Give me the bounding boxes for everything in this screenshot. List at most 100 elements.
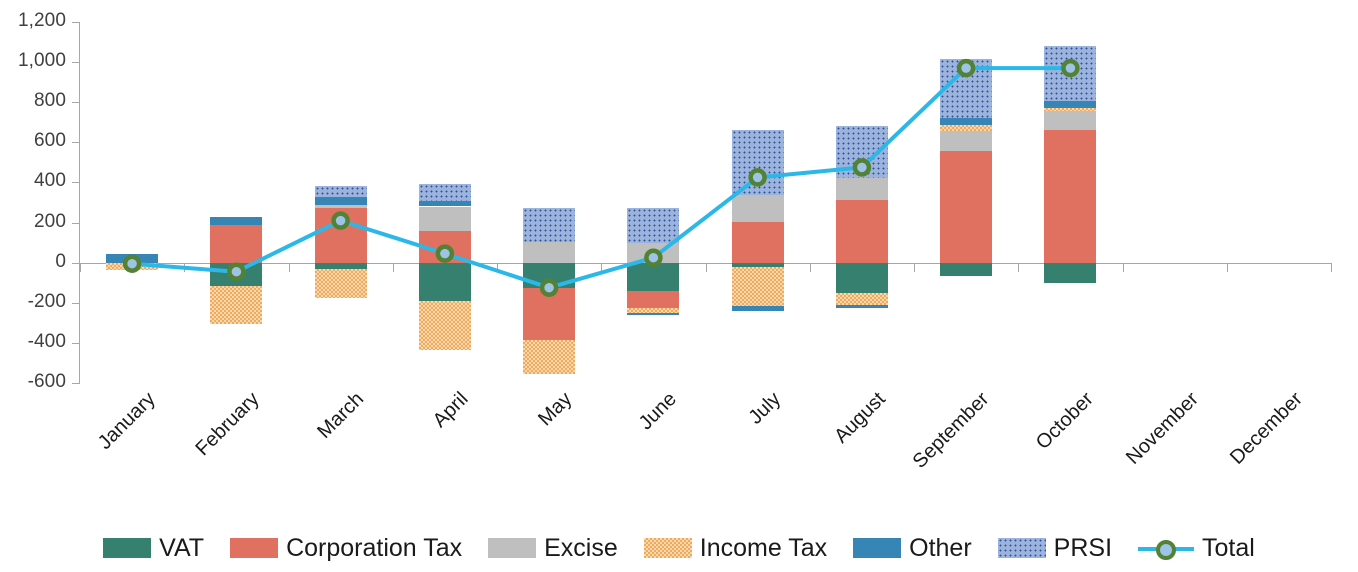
bar-segment bbox=[419, 230, 471, 263]
y-axis-tick bbox=[72, 222, 80, 224]
legend-item-label: Total bbox=[1202, 533, 1255, 562]
y-axis-tick-label: 400 bbox=[33, 170, 66, 192]
legend-item[interactable]: Excise bbox=[488, 533, 618, 562]
y-axis-tick-label: -600 bbox=[27, 371, 66, 392]
y-axis-tick bbox=[72, 182, 80, 184]
legend-swatch-vat bbox=[103, 538, 152, 558]
bar-segment bbox=[1044, 108, 1096, 112]
bar-group bbox=[1253, 22, 1305, 383]
legend-item[interactable]: Total bbox=[1138, 533, 1255, 562]
bar-segment bbox=[523, 262, 575, 288]
bar-segment bbox=[106, 262, 158, 270]
bar-segment bbox=[1044, 111, 1096, 131]
y-axis-tick bbox=[72, 102, 80, 104]
bar-segment bbox=[940, 151, 992, 263]
bar-segment bbox=[940, 131, 992, 152]
x-axis-category-label-text: July bbox=[744, 388, 786, 429]
bar-group bbox=[210, 22, 262, 383]
legend-item[interactable]: Income Tax bbox=[643, 533, 828, 562]
bar-group bbox=[315, 22, 367, 383]
y-axis-tick bbox=[72, 302, 80, 304]
bar-segment bbox=[419, 184, 471, 202]
bar-group bbox=[627, 22, 679, 383]
bar-segment bbox=[315, 207, 367, 263]
bar-segment bbox=[732, 266, 784, 306]
legend-swatch-other bbox=[853, 538, 902, 558]
bar-segment bbox=[1044, 46, 1096, 102]
chart-legend: VAT Corporation Tax Excise Income Tax Other P… bbox=[0, 524, 1358, 572]
legend-item[interactable]: PRSI bbox=[997, 533, 1113, 562]
bar-segment bbox=[523, 287, 575, 340]
bar-group bbox=[732, 22, 784, 383]
x-axis-category-labels: January February March April May June July Augu… bbox=[80, 388, 1331, 508]
legend-swatch-income-tax bbox=[643, 538, 692, 558]
bar-segment bbox=[419, 300, 471, 350]
legend-swatch-corporation-tax bbox=[230, 538, 279, 558]
x-axis-category-label-text: September bbox=[908, 388, 994, 473]
bar-segment bbox=[627, 262, 679, 291]
bar-segment bbox=[627, 207, 679, 243]
bar-segment bbox=[419, 206, 471, 231]
y-axis-tick-label: 1,000 bbox=[17, 50, 66, 72]
bar-segment bbox=[419, 262, 471, 301]
x-axis-category-label-text: February bbox=[191, 388, 264, 461]
legend-swatch-excise bbox=[488, 538, 537, 558]
x-axis-category-label-text: December bbox=[1225, 388, 1307, 469]
x-axis-category-label-text: May bbox=[534, 388, 577, 431]
y-axis-tick-label: 1,200 bbox=[17, 10, 66, 31]
bar-segment bbox=[523, 241, 575, 263]
bar-segment bbox=[627, 312, 679, 315]
bar-segment bbox=[523, 207, 575, 242]
bar-segment bbox=[836, 292, 888, 305]
y-axis-tick bbox=[72, 383, 80, 384]
bar-segment bbox=[1044, 262, 1096, 283]
y-axis-tick-label: 0 bbox=[55, 250, 66, 272]
plot-area bbox=[80, 22, 1331, 383]
bar-group bbox=[106, 22, 158, 383]
legend-item[interactable]: VAT bbox=[103, 533, 205, 562]
bar-segment bbox=[940, 262, 992, 276]
legend-line-marker-total bbox=[1138, 538, 1195, 560]
legend-item-label: Corporation Tax bbox=[286, 533, 463, 562]
x-axis-category-label-text: March bbox=[313, 388, 369, 443]
x-axis-category-label-text: January bbox=[93, 388, 160, 454]
bar-segment bbox=[940, 59, 992, 119]
bar-group bbox=[419, 22, 471, 383]
y-axis-tick-label: 800 bbox=[33, 90, 66, 112]
legend-item-label: Income Tax bbox=[699, 533, 828, 562]
y-axis-tick bbox=[72, 342, 80, 344]
x-axis-category-label-text: June bbox=[634, 388, 681, 435]
bar-segment bbox=[210, 262, 262, 286]
bar-segment bbox=[627, 242, 679, 263]
bar-segment bbox=[627, 290, 679, 308]
x-axis-tick bbox=[1331, 262, 1332, 272]
y-axis-tick-label: 600 bbox=[33, 130, 66, 152]
legend-item-label: Excise bbox=[544, 533, 618, 562]
bar-segment bbox=[315, 186, 367, 198]
legend-item-label: VAT bbox=[159, 533, 205, 562]
bar-segment bbox=[836, 304, 888, 308]
bar-group bbox=[836, 22, 888, 383]
bar-segment bbox=[732, 195, 784, 222]
legend-marker-dot bbox=[1156, 540, 1177, 560]
bar-segment bbox=[732, 305, 784, 311]
legend-item-label: PRSI bbox=[1053, 533, 1113, 562]
bar-segment bbox=[836, 126, 888, 179]
bar-segment bbox=[315, 268, 367, 298]
bar-segment bbox=[315, 197, 367, 205]
bar-segment bbox=[1044, 130, 1096, 263]
bar-segment bbox=[1044, 101, 1096, 109]
bar-segment bbox=[836, 178, 888, 201]
bar-segment bbox=[836, 200, 888, 263]
x-axis-category-label-text: August bbox=[829, 388, 890, 448]
y-axis-tick bbox=[72, 22, 80, 23]
bar-segment bbox=[210, 224, 262, 263]
legend-swatch-prsi bbox=[997, 538, 1046, 558]
legend-item[interactable]: Other bbox=[853, 535, 972, 561]
legend-item[interactable]: Corporation Tax bbox=[230, 533, 463, 562]
y-axis-tick bbox=[72, 142, 80, 144]
bar-segment bbox=[315, 204, 367, 208]
bar-segment bbox=[419, 201, 471, 207]
bar-segment bbox=[732, 130, 784, 196]
bar-segment bbox=[732, 221, 784, 263]
